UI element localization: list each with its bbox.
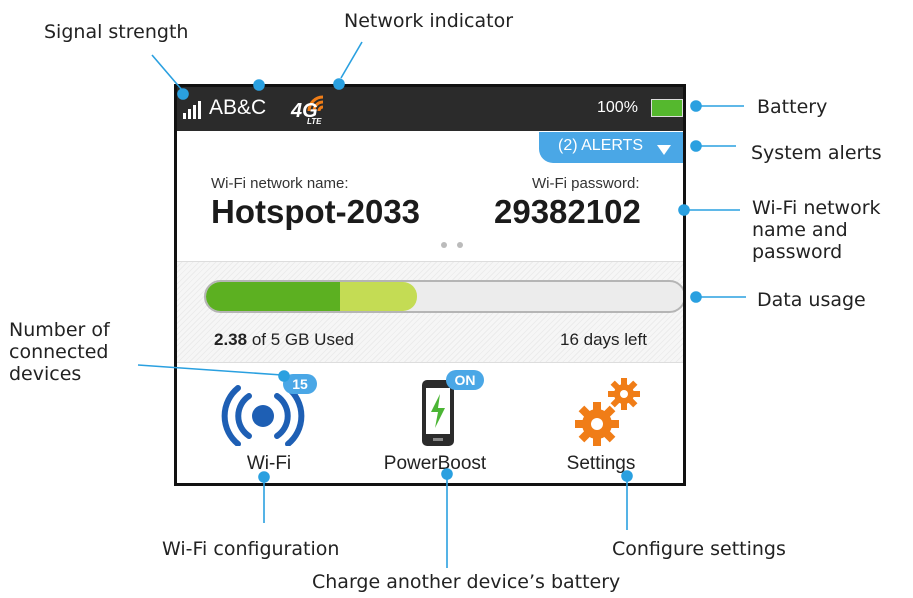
- wifi-tile[interactable]: 15 Wi-Fi: [194, 372, 344, 480]
- wifi-tile-label: Wi-Fi: [246, 453, 292, 474]
- data-usage-used-fill: [206, 282, 341, 311]
- device-screen: AB&C 4G LTE 100% (2) ALERTS Wi-Fi networ…: [174, 84, 686, 486]
- wifi-network-label: Wi-Fi network name:: [211, 175, 349, 192]
- data-usage-bar: [204, 280, 683, 313]
- connected-devices-badge: 15: [283, 374, 317, 394]
- data-usage-panel: 2.38 of 5 GB Used 16 days left: [177, 261, 683, 363]
- callout-wifi-configuration: Wi-Fi configuration: [162, 538, 340, 560]
- callout-wifi-credentials: Wi-Fi network name and password: [752, 197, 881, 263]
- battery-percent: 100%: [597, 99, 638, 116]
- battery-tip: [683, 104, 686, 112]
- callout-data-usage: Data usage: [757, 289, 866, 311]
- page-dot-2[interactable]: [457, 242, 463, 248]
- status-bar: AB&C 4G LTE 100%: [177, 87, 683, 131]
- callout-signal-strength: Signal strength: [44, 21, 189, 43]
- powerboost-tile-label: PowerBoost: [383, 453, 487, 474]
- days-left: 16 days left: [560, 330, 647, 349]
- carrier-name: AB&C: [209, 96, 267, 119]
- callout-configure-settings: Configure settings: [612, 538, 786, 560]
- powerboost-tile[interactable]: ON PowerBoost: [360, 370, 510, 480]
- network-subtype: LTE: [307, 117, 322, 126]
- callout-charge-battery: Charge another device’s battery: [312, 571, 621, 593]
- settings-tile[interactable]: Settings: [526, 372, 676, 480]
- data-used-amount: 2.38: [214, 330, 248, 349]
- signal-bars-icon: [183, 99, 209, 119]
- gears-icon: [575, 378, 640, 446]
- callout-network-indicator: Network indicator: [344, 10, 514, 32]
- battery-icon: [651, 99, 683, 117]
- page-dot-1[interactable]: [441, 242, 447, 248]
- alerts-button[interactable]: (2) ALERTS: [539, 132, 683, 163]
- wifi-password-label: Wi-Fi password:: [532, 175, 640, 192]
- alerts-label: (2) ALERTS: [558, 137, 644, 154]
- data-usage-text: 2.38 of 5 GB Used: [214, 330, 354, 350]
- callout-system-alerts: System alerts: [751, 142, 882, 164]
- data-used-suffix: of 5 GB Used: [247, 330, 354, 349]
- data-usage-projected-fill: [340, 282, 417, 311]
- 4g-lte-icon: 4G LTE: [289, 91, 331, 127]
- callout-connected-devices: Number of connected devices: [9, 319, 110, 385]
- powerboost-status-badge: ON: [446, 370, 484, 390]
- callout-battery: Battery: [757, 96, 828, 118]
- settings-tile-label: Settings: [566, 453, 636, 474]
- wifi-network-name: Hotspot-2033: [211, 193, 421, 230]
- caret-down-icon: [657, 145, 671, 155]
- wifi-password: 29382102: [494, 193, 641, 230]
